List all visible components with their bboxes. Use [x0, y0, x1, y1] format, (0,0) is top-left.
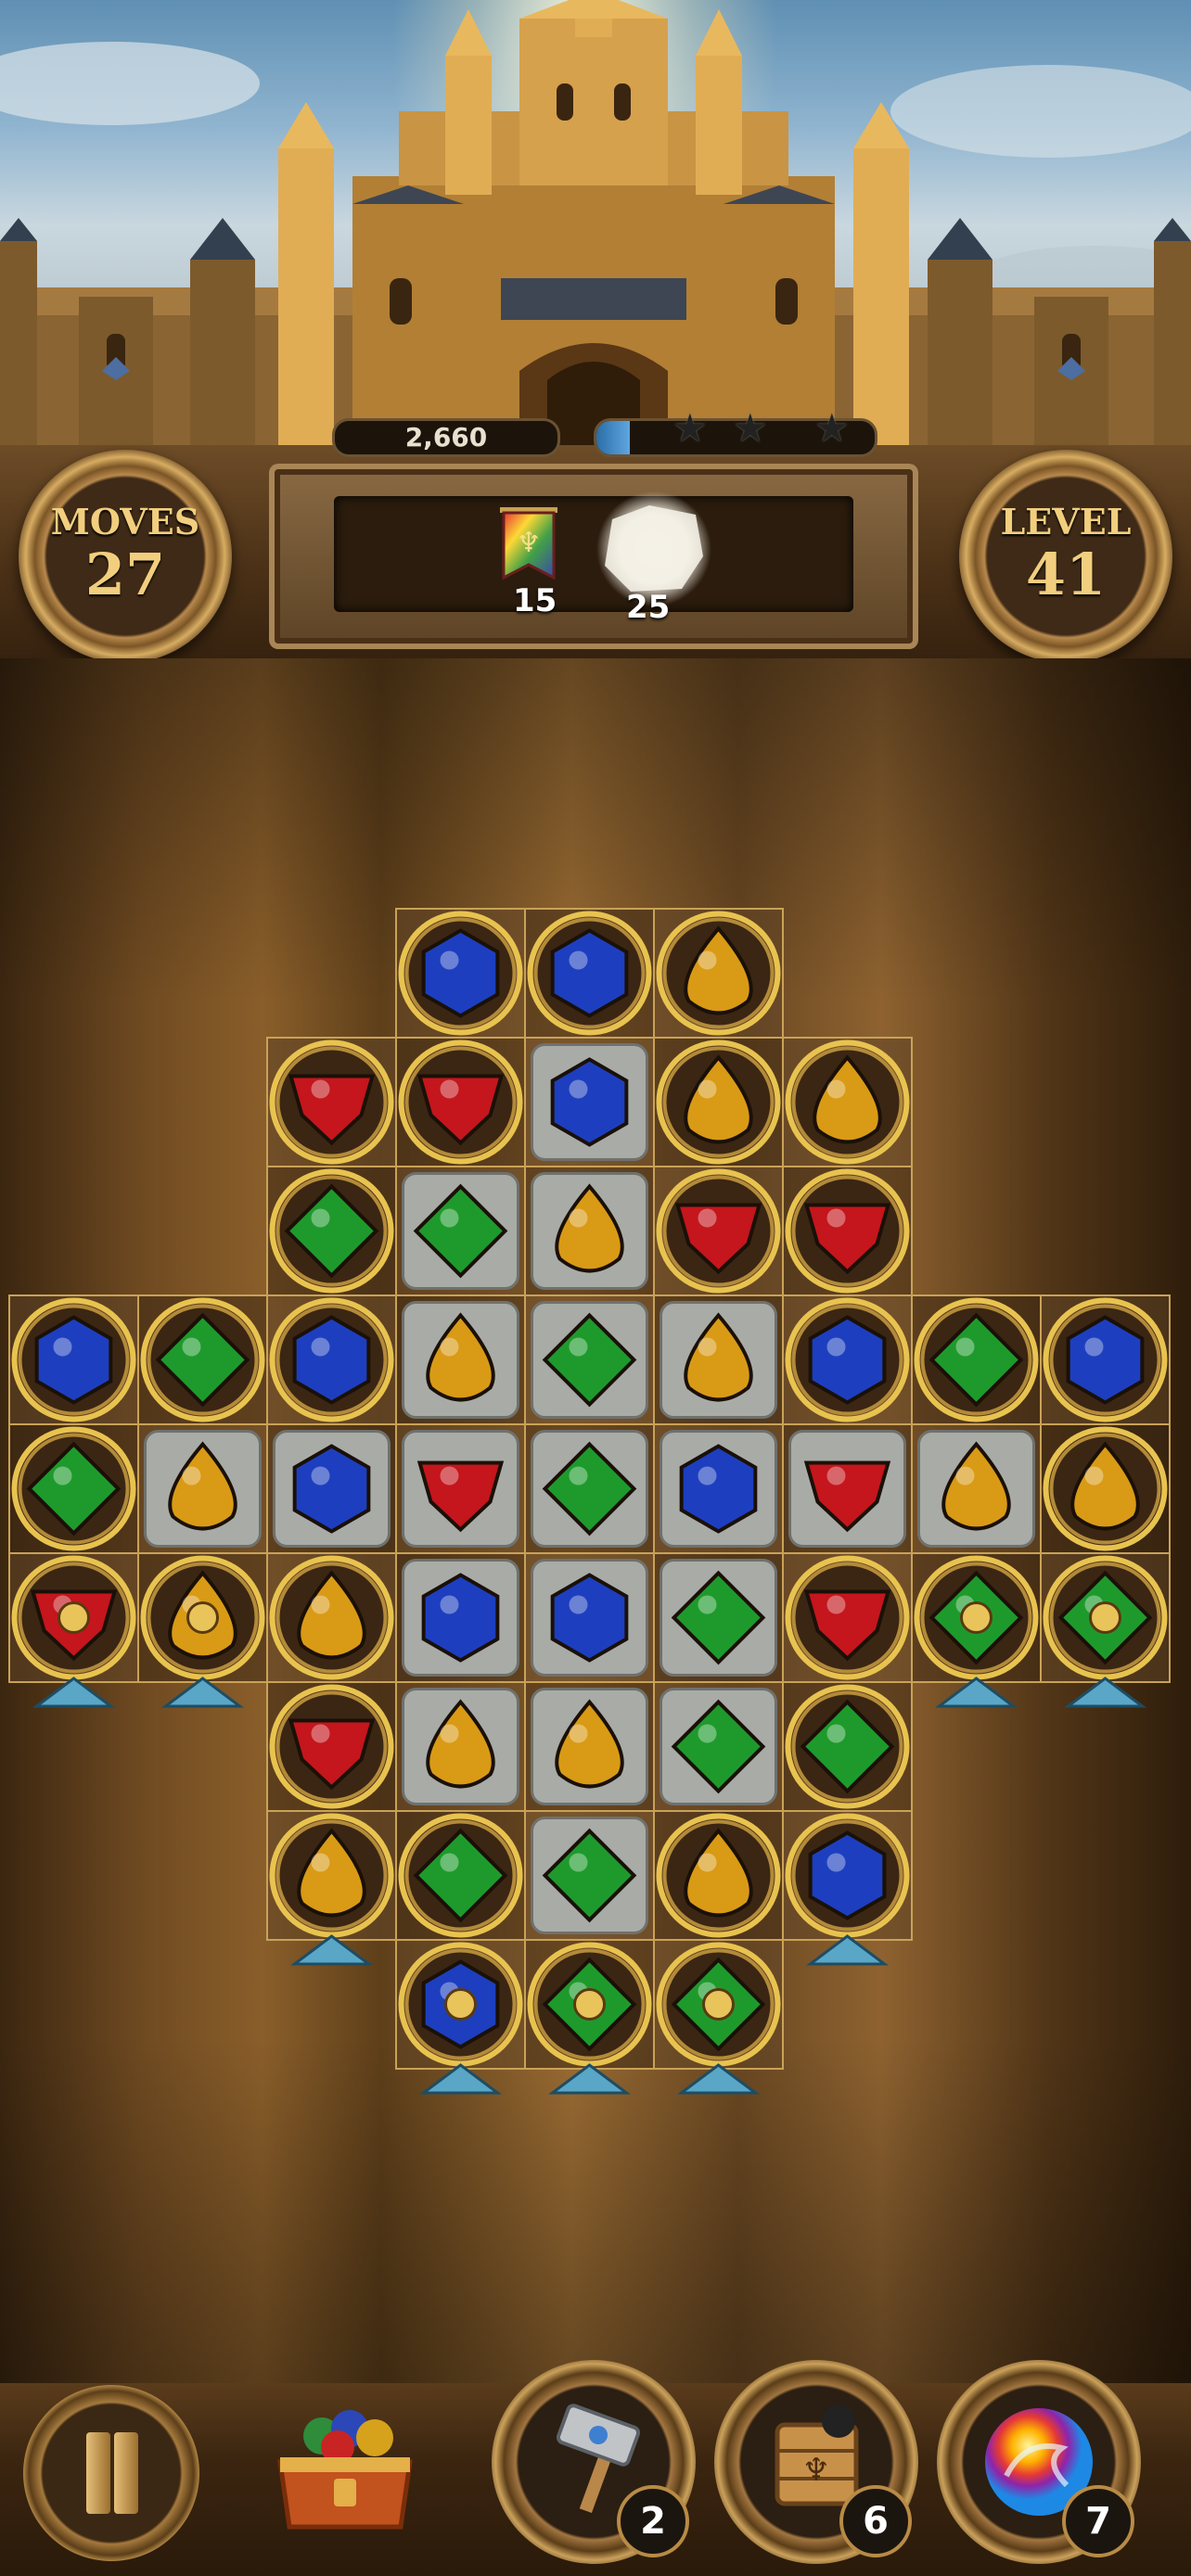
gem-B[interactable]	[1043, 1297, 1168, 1422]
locked-gem-Y[interactable]	[140, 1555, 265, 1680]
hammer-booster-button[interactable]: 2	[492, 2360, 696, 2564]
gem-G[interactable]	[531, 1301, 648, 1419]
gem-B[interactable]	[11, 1297, 136, 1422]
gem-Y[interactable]	[785, 1039, 910, 1165]
booster-count: 6	[839, 2485, 912, 2557]
gem-R[interactable]	[785, 1555, 910, 1680]
gem-G[interactable]	[11, 1426, 136, 1551]
gem-B[interactable]	[785, 1297, 910, 1422]
locked-gem-R[interactable]	[11, 1555, 136, 1680]
gem-Y[interactable]	[144, 1430, 262, 1548]
gem-Y[interactable]	[269, 1555, 394, 1680]
gem-G[interactable]	[660, 1688, 777, 1805]
gem-Y[interactable]	[402, 1688, 519, 1805]
gem-G[interactable]	[785, 1684, 910, 1809]
pause-button[interactable]	[23, 2385, 199, 2561]
rainbow-booster-button[interactable]: 7	[937, 2360, 1141, 2564]
gem-Y[interactable]	[531, 1172, 648, 1290]
game-board[interactable]	[0, 0, 1191, 2383]
gem-R[interactable]	[269, 1684, 394, 1809]
gem-G[interactable]	[660, 1559, 777, 1677]
pause-icon	[86, 2432, 110, 2514]
gem-G[interactable]	[398, 1813, 523, 1938]
gem-R[interactable]	[788, 1430, 906, 1548]
gem-B[interactable]	[398, 911, 523, 1036]
gem-Y[interactable]	[269, 1813, 394, 1938]
gem-Y[interactable]	[656, 1039, 781, 1165]
locked-gem-G[interactable]	[1043, 1555, 1168, 1680]
gem-G[interactable]	[269, 1168, 394, 1294]
gem-Y[interactable]	[917, 1430, 1035, 1548]
gem-G[interactable]	[531, 1817, 648, 1934]
pause-icon	[114, 2432, 138, 2514]
gem-B[interactable]	[527, 911, 652, 1036]
gem-Y[interactable]	[402, 1301, 519, 1419]
booster-count: 2	[617, 2485, 689, 2557]
treasure-chest-button[interactable]	[271, 2406, 419, 2536]
gem-Y[interactable]	[1043, 1426, 1168, 1551]
gem-Y[interactable]	[656, 911, 781, 1036]
gem-G[interactable]	[531, 1430, 648, 1548]
gem-B[interactable]	[785, 1813, 910, 1938]
gem-B[interactable]	[273, 1430, 391, 1548]
gem-B[interactable]	[531, 1559, 648, 1677]
gem-R[interactable]	[269, 1039, 394, 1165]
booster-count: 7	[1062, 2485, 1134, 2557]
gem-R[interactable]	[398, 1039, 523, 1165]
gem-R[interactable]	[656, 1168, 781, 1294]
gem-G[interactable]	[402, 1172, 519, 1290]
gem-B[interactable]	[531, 1043, 648, 1161]
gem-B[interactable]	[402, 1559, 519, 1677]
bomb-booster-button[interactable]: ♆ 6	[714, 2360, 918, 2564]
game-screen: 2,660 ★ ★ ★ ♆ 15 25 MOVES 27 LEVEL 41 2 …	[0, 0, 1191, 2576]
gem-Y[interactable]	[660, 1301, 777, 1419]
gem-R[interactable]	[785, 1168, 910, 1294]
locked-gem-G[interactable]	[656, 1942, 781, 2067]
gem-R[interactable]	[402, 1430, 519, 1548]
locked-gem-G[interactable]	[914, 1555, 1039, 1680]
gem-Y[interactable]	[656, 1813, 781, 1938]
locked-gem-G[interactable]	[527, 1942, 652, 2067]
locked-gem-B[interactable]	[398, 1942, 523, 2067]
svg-text:♆: ♆	[802, 2452, 830, 2489]
gem-G[interactable]	[914, 1297, 1039, 1422]
gem-Y[interactable]	[531, 1688, 648, 1805]
gem-B[interactable]	[660, 1430, 777, 1548]
gem-B[interactable]	[269, 1297, 394, 1422]
gem-G[interactable]	[140, 1297, 265, 1422]
